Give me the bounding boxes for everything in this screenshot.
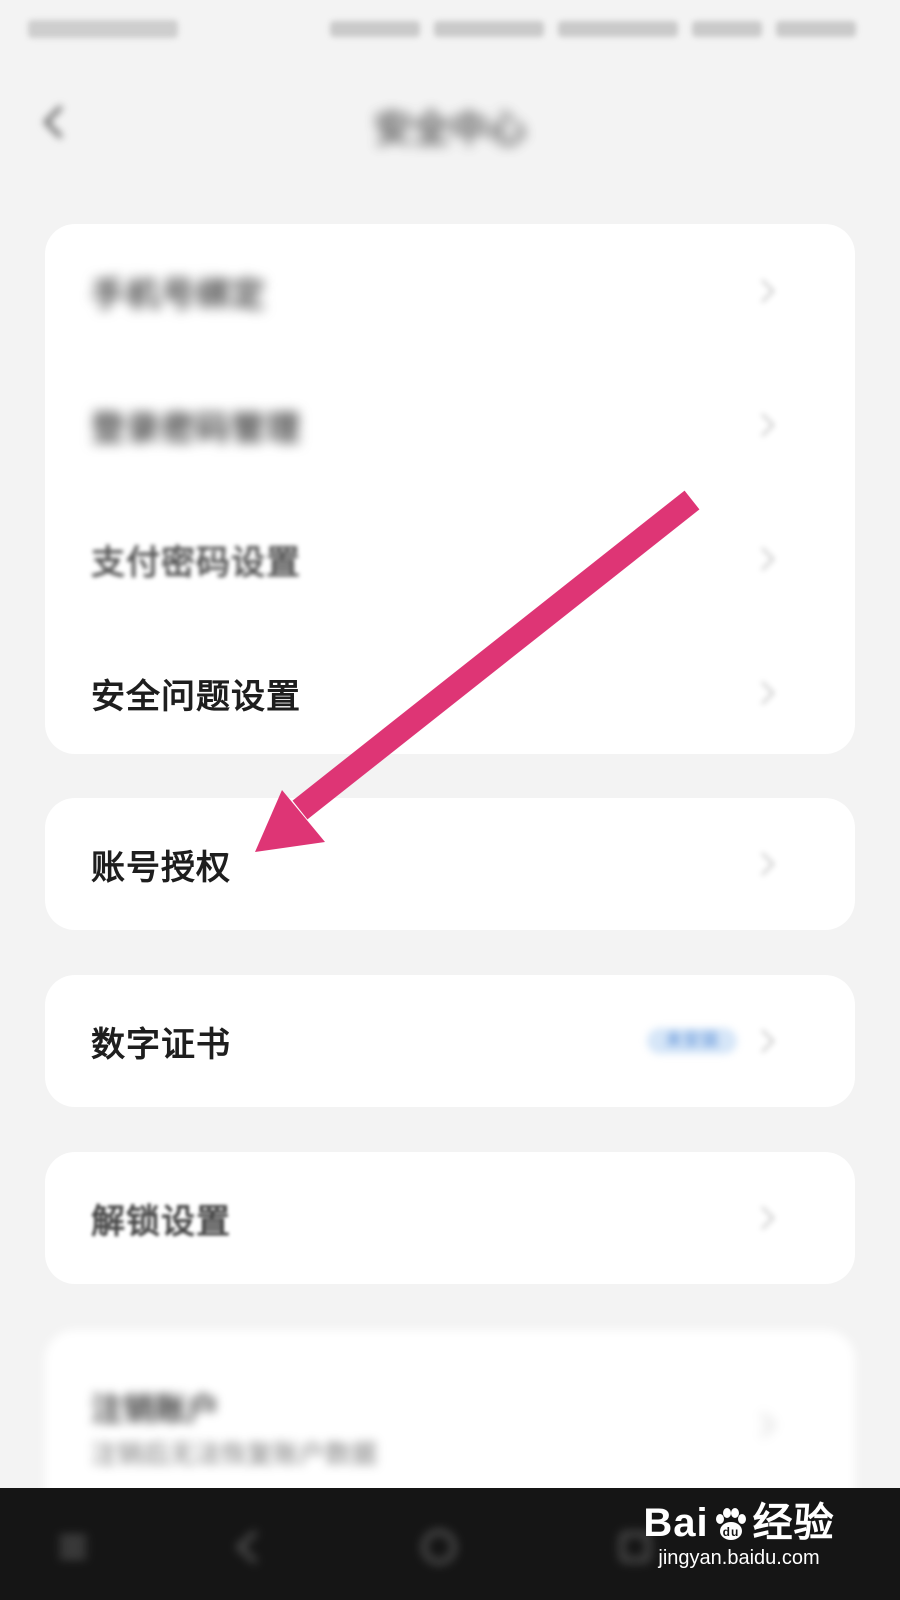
list-item-digital-certificate[interactable]: 数字证书 未安装	[45, 975, 855, 1107]
menu-icon[interactable]	[48, 1522, 98, 1572]
status-icons	[330, 18, 870, 40]
list-item-subtitle: 注销后无法恢复账户数据	[91, 1440, 378, 1470]
list-item-label: 数字证书	[91, 1024, 231, 1065]
list-item-label: 手机号绑定	[91, 274, 266, 315]
chevron-right-icon	[757, 1026, 779, 1056]
watermark-url: jingyan.baidu.com	[658, 1547, 820, 1569]
list-item-phone-binding[interactable]: 手机号绑定	[45, 224, 855, 358]
list-item-account-authorization[interactable]: 账号授权	[45, 798, 855, 930]
chevron-right-icon	[757, 1203, 779, 1233]
list-item-unlock-settings[interactable]: 解锁设置	[45, 1152, 855, 1284]
chevron-right-icon	[757, 678, 779, 708]
list-item-label: 登录密码管理	[91, 408, 301, 449]
chevron-right-icon	[757, 1410, 779, 1440]
list-item-label: 解锁设置	[91, 1201, 231, 1242]
page-title: 安全中心	[373, 107, 526, 151]
paw-icon: du	[715, 1508, 746, 1541]
watermark-logo: Bai du 经验	[643, 1501, 835, 1545]
list-item-payment-password[interactable]: 支付密码设置	[45, 492, 855, 626]
security-settings-card: 手机号绑定 登录密码管理 支付密码设置 安全问题设置	[45, 224, 855, 754]
chevron-right-icon	[757, 849, 779, 879]
header: 安全中心	[0, 80, 900, 170]
status-bar	[0, 0, 900, 62]
nav-back-icon[interactable]	[224, 1522, 274, 1572]
account-authorization-card: 账号授权	[45, 798, 855, 930]
chevron-right-icon	[757, 544, 779, 574]
status-badge: 未安装	[647, 1028, 737, 1054]
list-item-label: 注销账户	[91, 1390, 220, 1428]
baidu-jingyan-watermark: Bai du 经验 jingyan.baidu.com	[624, 1500, 854, 1570]
svg-text:du: du	[722, 1525, 739, 1539]
home-icon[interactable]	[414, 1522, 464, 1572]
chevron-right-icon	[757, 276, 779, 306]
list-item-label: 支付密码设置	[91, 542, 301, 583]
unlock-settings-card: 解锁设置	[45, 1152, 855, 1284]
list-item-label: 安全问题设置	[91, 676, 301, 717]
chevron-right-icon	[757, 410, 779, 440]
list-item-security-question[interactable]: 安全问题设置	[45, 626, 855, 754]
list-item-label: 账号授权	[91, 847, 231, 888]
list-item-login-password[interactable]: 登录密码管理	[45, 358, 855, 492]
carrier-text	[28, 20, 178, 38]
digital-certificate-card: 数字证书 未安装	[45, 975, 855, 1107]
